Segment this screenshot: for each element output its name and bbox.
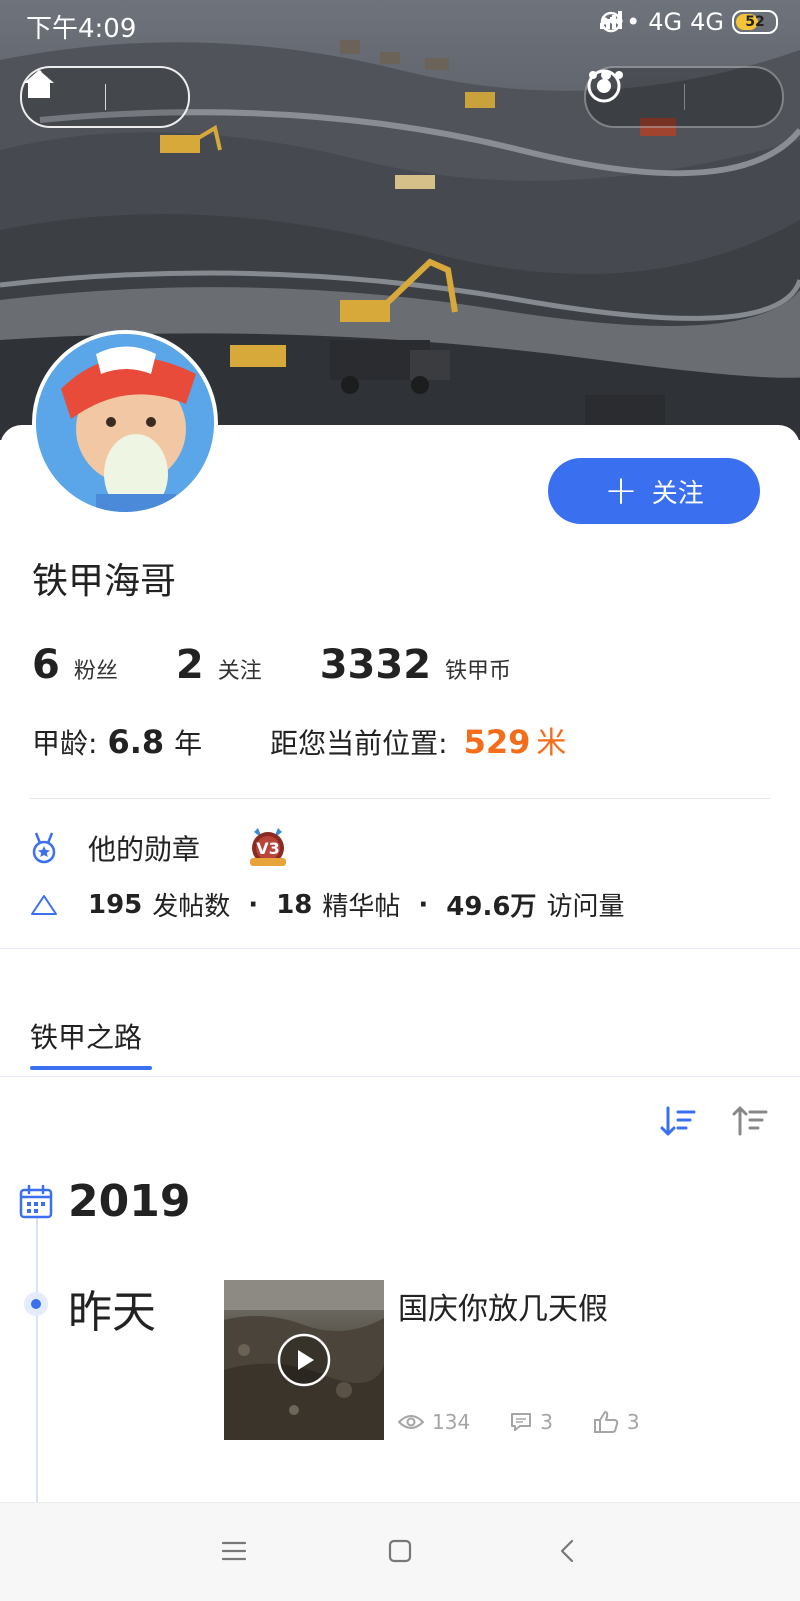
distance-value: 529: [463, 723, 531, 761]
timeline-line: [36, 1212, 38, 1502]
coins-label[interactable]: 铁甲币: [445, 653, 511, 685]
follow-button[interactable]: + 关注: [548, 458, 760, 524]
likes-count: 3: [626, 1410, 640, 1434]
visits-count: 49.6万: [446, 892, 537, 922]
post-meta: 134 3 3: [398, 1410, 680, 1434]
back-nav-button[interactable]: [548, 1531, 588, 1571]
close-miniprogram-button[interactable]: [587, 68, 783, 126]
distance-unit: 米: [536, 726, 567, 761]
sort-descending-icon[interactable]: [660, 1104, 696, 1140]
age-unit: 年: [174, 727, 203, 760]
active-tab-indicator: [30, 1066, 152, 1070]
tab-divider: [0, 1076, 800, 1077]
network-type-1: 4G: [648, 8, 683, 36]
post-stats-row: 195 发帖数 · 18 精华帖 · 49.6万 访问量: [30, 886, 624, 923]
home-button[interactable]: [24, 68, 189, 126]
fans-label[interactable]: 粉丝: [74, 653, 118, 685]
video-thumbnail-image: [224, 1280, 384, 1440]
username: 铁甲海哥: [32, 561, 177, 602]
age-label: 甲龄:: [32, 727, 98, 760]
calendar-icon: [19, 1184, 53, 1218]
plus-icon: +: [604, 468, 638, 514]
comments-count: 3: [540, 1410, 553, 1434]
avatar[interactable]: [32, 330, 218, 516]
status-bar: 下午4:09 ••• 4G 4G 52: [0, 0, 800, 50]
featured-label: 精华帖: [322, 892, 401, 922]
square-icon: [388, 1539, 412, 1563]
status-time: 下午4:09: [26, 14, 137, 44]
timeline-dot: [24, 1292, 48, 1316]
profile-stats: 6 粉丝 2 关注 3332 铁甲币: [32, 642, 511, 688]
year-label: 2019: [68, 1176, 191, 1227]
views-count: 134: [432, 1410, 471, 1434]
signal-icon-2: [599, 11, 622, 29]
medals-row[interactable]: 他的勋章 V3: [30, 826, 292, 870]
battery-icon: 52: [732, 10, 778, 34]
comments-stat[interactable]: 3: [510, 1410, 553, 1434]
avatar-image: [36, 334, 214, 512]
separator: ·: [418, 889, 429, 920]
chevron-left-icon: [560, 1539, 574, 1563]
likes-stat[interactable]: 3: [593, 1410, 640, 1434]
home-icon: [24, 70, 54, 98]
following-count[interactable]: 2: [176, 642, 204, 688]
separator: ·: [248, 889, 259, 920]
network-type-2: 4G: [690, 8, 724, 36]
menu-button[interactable]: [214, 1531, 254, 1571]
divider: [30, 798, 770, 799]
following-label[interactable]: 关注: [218, 653, 262, 685]
views-stat: 134: [398, 1410, 470, 1434]
age-value: 6.8: [107, 723, 165, 761]
v3-badge-icon[interactable]: V3: [244, 826, 292, 870]
target-circle-icon: [587, 69, 621, 103]
system-navigation-bar: [0, 1502, 800, 1601]
section-divider: [0, 948, 800, 949]
menu-capsule: [584, 66, 784, 128]
age-distance-row: 甲龄: 6.8 年 距您当前位置: 529 米: [32, 718, 566, 762]
hamburger-icon: [221, 1541, 247, 1561]
eye-icon: [398, 1415, 424, 1429]
follow-button-label: 关注: [651, 478, 704, 509]
thumbs-up-icon: [593, 1411, 619, 1433]
post-thumbnail[interactable]: [224, 1280, 384, 1440]
coins-count[interactable]: 3332: [320, 642, 431, 688]
tab-road[interactable]: 铁甲之路: [30, 1016, 142, 1056]
sort-ascending-icon[interactable]: [732, 1104, 768, 1140]
posts-label: 发帖数: [152, 892, 231, 922]
visits-label: 访问量: [546, 892, 625, 922]
battery-level: 52: [745, 14, 765, 30]
day-label: 昨天: [68, 1287, 156, 1338]
medal-icon: [32, 832, 56, 864]
post-title[interactable]: 国庆你放几天假: [398, 1284, 608, 1328]
fans-count[interactable]: 6: [32, 642, 60, 688]
year-header: 2019: [18, 1176, 190, 1227]
medals-label: 他的勋章: [88, 833, 201, 866]
comment-icon: [511, 1413, 532, 1431]
badge-text: V3: [256, 839, 280, 858]
posts-count: 195: [88, 889, 143, 920]
triangle-icon: [31, 894, 57, 915]
nav-capsule: [20, 66, 190, 128]
distance-label: 距您当前位置:: [270, 727, 448, 760]
status-icons: ••• 4G 4G 52: [598, 8, 778, 36]
featured-count: 18: [276, 889, 313, 920]
home-nav-button[interactable]: [380, 1531, 420, 1571]
